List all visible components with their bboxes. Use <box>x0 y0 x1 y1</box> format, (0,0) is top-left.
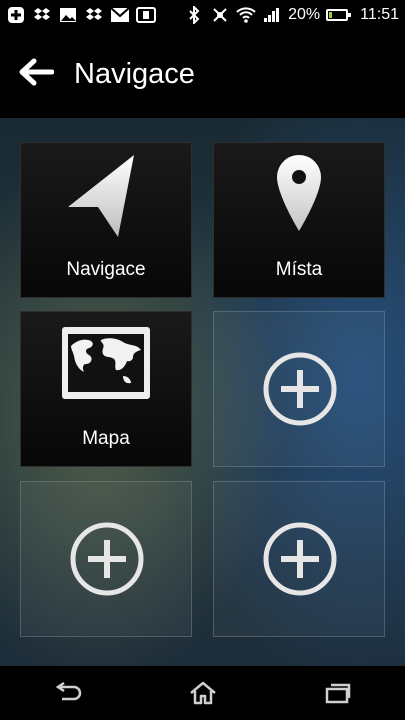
tile-mista[interactable]: Místa <box>213 142 385 298</box>
system-nav-bar <box>0 666 405 720</box>
add-circle-icon <box>70 522 144 596</box>
tile-add-slot[interactable] <box>213 311 385 467</box>
battery-level-fill <box>329 12 333 18</box>
add-circle-icon <box>263 352 337 426</box>
nfc-icon <box>210 6 230 24</box>
signal-icon <box>262 6 282 24</box>
status-bar: 20% 11:51 <box>0 0 405 30</box>
world-map-icon <box>21 326 191 400</box>
map-pin-icon <box>214 153 384 233</box>
battery-icon <box>326 9 352 21</box>
action-bar: Navigace <box>0 30 405 118</box>
back-button[interactable] <box>4 30 68 118</box>
page-title: Navigace <box>74 57 195 90</box>
nav-home-button[interactable] <box>173 666 233 720</box>
notification-icons <box>6 6 156 24</box>
sim-card-icon <box>136 6 156 24</box>
back-icon <box>55 682 81 701</box>
tile-add-slot[interactable] <box>20 481 192 637</box>
tile-label: Místa <box>275 259 323 280</box>
dropbox-icon <box>32 6 52 24</box>
home-icon <box>189 681 216 705</box>
recents-icon <box>325 683 350 704</box>
dropbox-icon <box>84 6 104 24</box>
tile-label: Navigace <box>66 259 146 280</box>
tile-grid: Navigace Místa Mapa <box>0 118 405 666</box>
navigation-arrow-icon <box>21 153 191 239</box>
system-icons: 20% 11:51 <box>184 6 399 24</box>
image-icon <box>58 6 78 24</box>
tile-mapa[interactable]: Mapa <box>20 311 192 467</box>
clock: 11:51 <box>360 6 399 23</box>
back-arrow-icon <box>18 58 55 91</box>
mail-icon <box>110 6 130 24</box>
battery-percent: 20% <box>288 6 321 23</box>
tile-add-slot[interactable] <box>213 481 385 637</box>
wifi-icon <box>236 6 256 24</box>
add-circle-icon <box>263 522 337 596</box>
nav-recents-button[interactable] <box>308 666 368 720</box>
tile-label: Mapa <box>82 428 130 449</box>
plus-box-icon <box>6 6 26 24</box>
tile-navigace[interactable]: Navigace <box>20 142 192 298</box>
nav-back-button[interactable] <box>38 666 98 720</box>
bluetooth-icon <box>184 6 204 24</box>
